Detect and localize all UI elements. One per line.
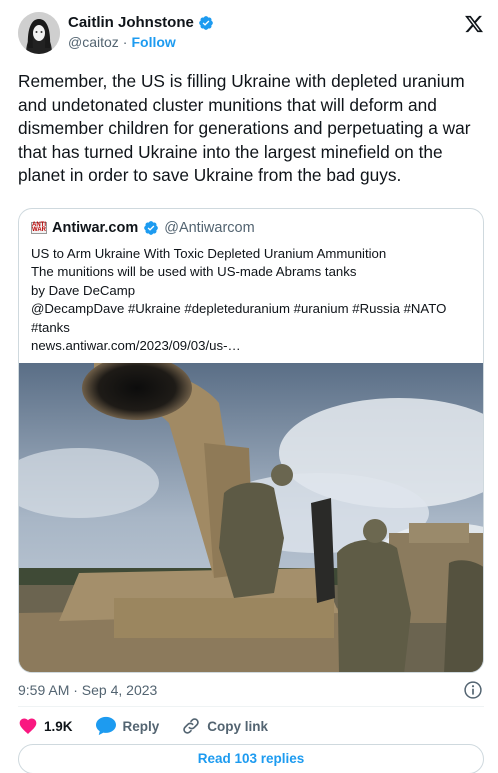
quoted-author-name: Antiwar.com: [52, 220, 139, 236]
read-replies-button[interactable]: Read 103 replies: [18, 744, 484, 773]
copy-link-button[interactable]: Copy link: [181, 716, 268, 736]
tank-photo[interactable]: [19, 363, 484, 673]
handle-separator: ·: [122, 34, 128, 50]
author-block: Caitlin Johnstone @caitoz · Follow: [68, 14, 214, 50]
copy-link-label: Copy link: [207, 718, 269, 734]
x-logo-icon[interactable]: [464, 14, 484, 34]
verified-badge-icon: [199, 15, 213, 30]
tweet-text: Remember, the US is filling Ukraine with…: [18, 71, 471, 185]
quoted-tweet[interactable]: ANTI WAR Antiwar.com @Antiwarcom US to A…: [18, 208, 484, 673]
tweet-header: Caitlin Johnstone @caitoz · Follow: [18, 12, 486, 60]
action-bar: 1.9K Reply Copy link: [18, 716, 290, 736]
name-row: Caitlin Johnstone: [68, 14, 214, 31]
reply-button[interactable]: Reply: [95, 716, 160, 736]
quoted-avatar: ANTI WAR: [31, 222, 47, 234]
quoted-line: #tanks: [31, 319, 70, 335]
quoted-line: @DecampDave #Ukraine #depleteduranium #u…: [31, 301, 447, 317]
quoted-verified-badge-icon: [144, 221, 159, 235]
handle-row: @caitoz · Follow: [68, 34, 214, 50]
quoted-line: The munitions will be used with US-made …: [31, 264, 357, 280]
tweet-timestamp[interactable]: 9:59 AM · Sep 4, 2023: [18, 682, 157, 698]
info-icon[interactable]: [463, 680, 483, 700]
follow-button[interactable]: Follow: [131, 34, 175, 50]
author-handle[interactable]: @caitoz: [68, 34, 119, 50]
like-count: 1.9K: [44, 718, 73, 734]
reply-bubble-icon: [95, 716, 116, 736]
quoted-author-handle: @Antiwarcom: [164, 220, 255, 236]
quoted-line: US to Arm Ukraine With Toxic Depleted Ur…: [31, 246, 387, 261]
author-name[interactable]: Caitlin Johnstone: [68, 14, 194, 31]
quoted-line: by Dave DeCamp: [31, 282, 136, 298]
like-button[interactable]: 1.9K: [18, 716, 73, 736]
tweet-card: Caitlin Johnstone @caitoz · Follow Remem…: [0, 0, 498, 773]
heart-icon: [19, 718, 37, 734]
link-icon: [183, 718, 200, 734]
avatar[interactable]: [18, 12, 60, 54]
avatar-image: [18, 12, 60, 54]
quoted-header: ANTI WAR Antiwar.com @Antiwarcom: [31, 220, 255, 236]
quoted-text: US to Arm Ukraine With Toxic Depleted Ur…: [31, 245, 475, 355]
quoted-link[interactable]: news.antiwar.com/2023/09/03/us-…: [31, 337, 475, 355]
footer-divider: [18, 706, 484, 707]
reply-label: Reply: [122, 718, 160, 734]
